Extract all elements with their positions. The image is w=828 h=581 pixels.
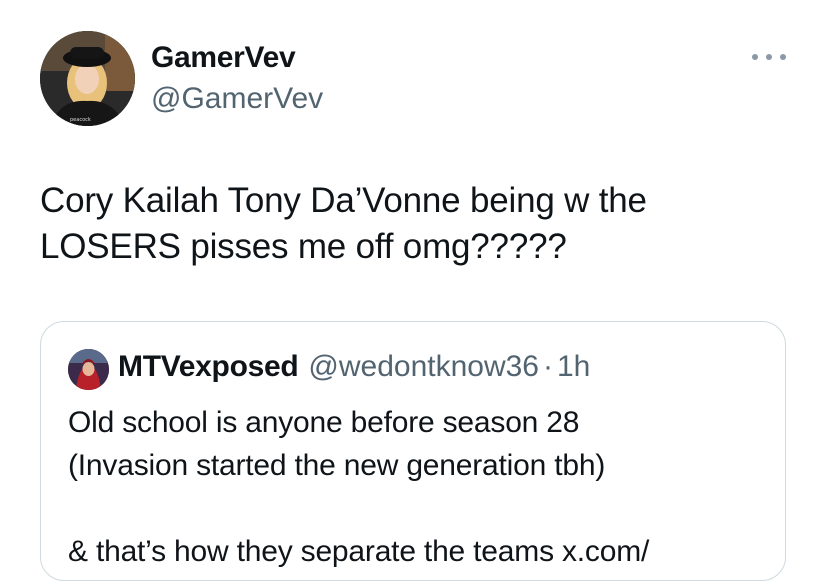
separator-dot: · bbox=[543, 350, 553, 383]
more-dot bbox=[752, 54, 758, 60]
quoted-avatar[interactable] bbox=[68, 349, 109, 390]
tweet-text: Cory Kailah Tony Da’Vonne being w the LO… bbox=[40, 181, 647, 266]
more-dot bbox=[780, 54, 786, 60]
quoted-avatar-image-icon bbox=[68, 349, 109, 390]
quoted-tweet[interactable]: MTVexposed @wedontknow36 · 1h Old school… bbox=[40, 321, 786, 581]
quoted-timestamp[interactable]: 1h bbox=[557, 350, 590, 384]
avatar-watermark: peacock bbox=[70, 117, 91, 123]
avatar-image-icon: peacock bbox=[40, 31, 135, 126]
more-options-icon[interactable] bbox=[752, 46, 786, 68]
quoted-display-name[interactable]: MTVexposed bbox=[118, 350, 299, 384]
more-dot bbox=[766, 54, 772, 60]
quoted-header: MTVexposed @wedontknow36 · 1h bbox=[118, 350, 590, 384]
author-handle[interactable]: @GamerVev bbox=[151, 82, 323, 116]
quoted-handle[interactable]: @wedontknow36 bbox=[308, 350, 539, 384]
quoted-text: Old school is anyone before season 28 (I… bbox=[68, 406, 650, 568]
author-avatar[interactable]: peacock bbox=[40, 31, 135, 126]
author-display-name[interactable]: GamerVev bbox=[151, 41, 296, 75]
